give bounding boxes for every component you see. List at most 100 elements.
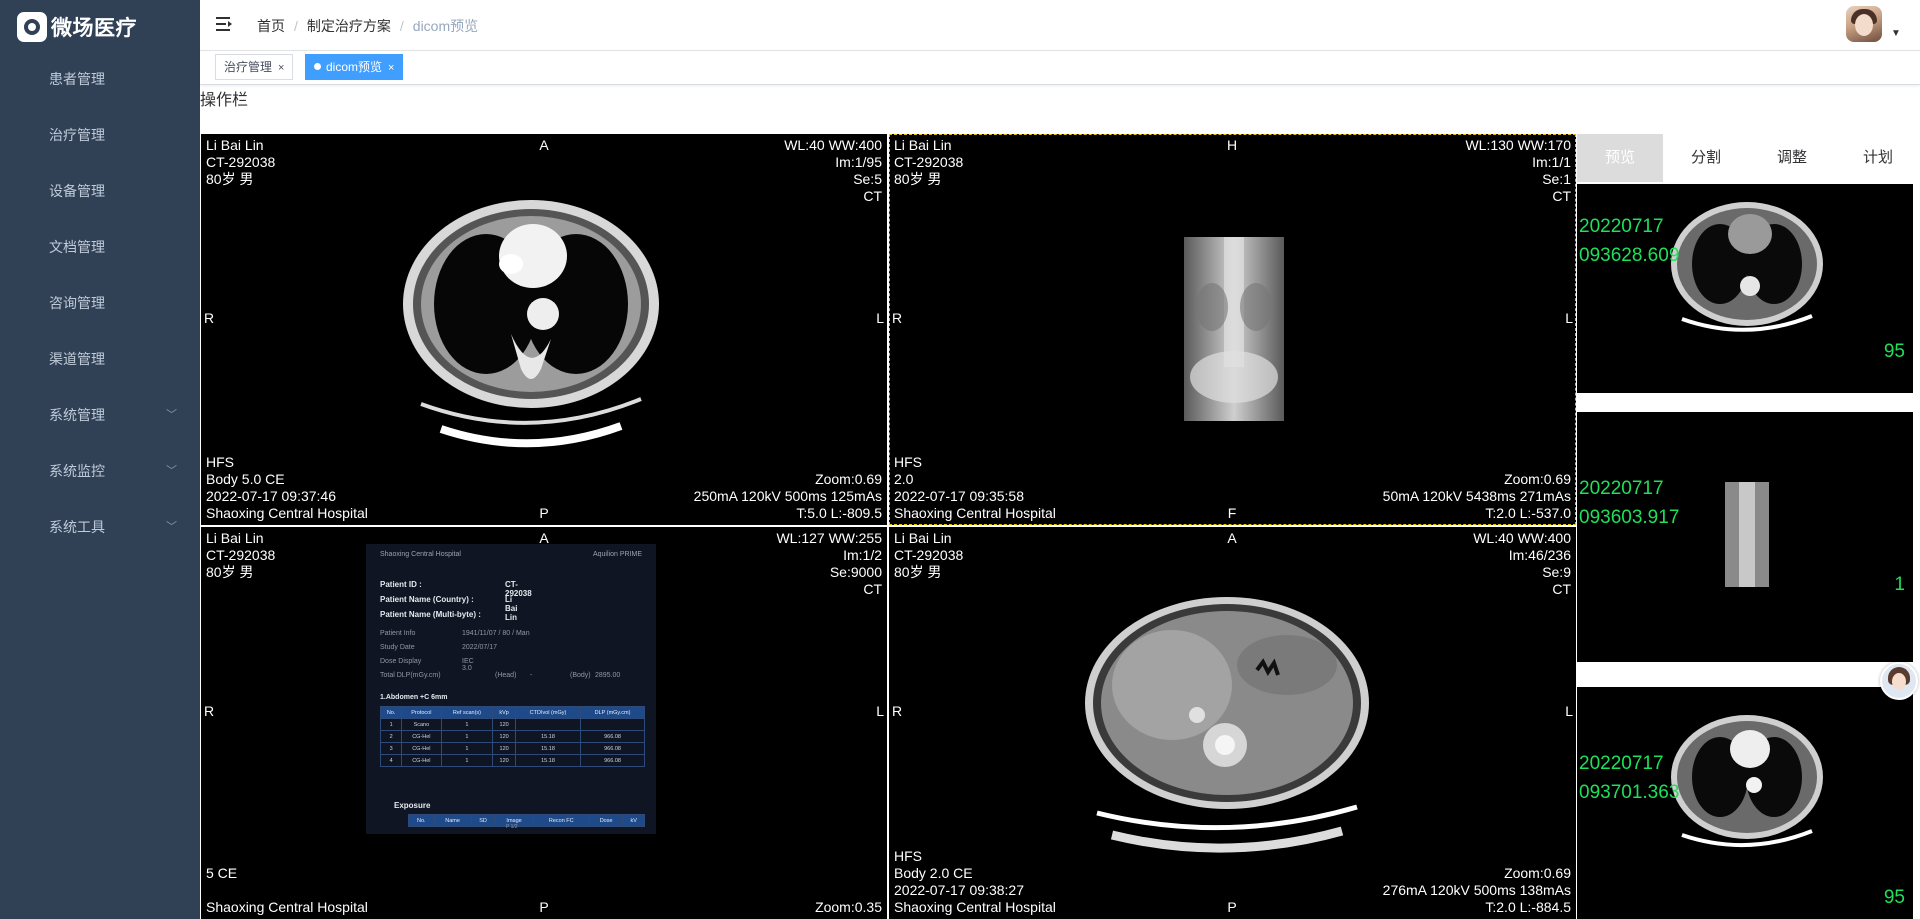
hospital-name: Shaoxing Central Hospital (894, 899, 1056, 915)
tag-label: 治疗管理 (224, 60, 273, 74)
sidebar-item-label: 文档管理 (49, 239, 105, 255)
orientation-bottom: P (1227, 899, 1237, 915)
patient-name: Li Bai Lin (894, 137, 952, 153)
panel-tabs: 预览 分割 调整 计划 (1577, 134, 1920, 182)
tab-plan[interactable]: 计划 (1835, 134, 1920, 182)
series-thumb-2[interactable]: 20220717 093603.917 1 (1577, 412, 1913, 662)
modality: CT (1552, 581, 1571, 597)
chevron-down-icon: ﹀ (166, 409, 177, 421)
sidebar-item-label: 系统工具 (49, 519, 105, 535)
report-table-2: No. Name SD Image Recon FC Dose kV (408, 814, 645, 827)
report-value: IEC 3.0 (462, 658, 474, 672)
series-desc: 2.0 (894, 471, 914, 487)
avatar[interactable] (1846, 6, 1882, 42)
sidebar-item-treatment[interactable]: 治疗管理 (0, 107, 200, 163)
hospital-name: Shaoxing Central Hospital (894, 505, 1056, 521)
exposure: 250mA 120kV 500ms 125mAs (693, 488, 882, 504)
report-device: Aquilion PRIME (592, 551, 642, 558)
modality: CT (863, 188, 882, 204)
sidebar-item-devices[interactable]: 设备管理 (0, 163, 200, 219)
tag-label: dicom预览 (326, 60, 383, 74)
orientation-right: L (876, 703, 884, 719)
sidebar-item-label: 治疗管理 (49, 127, 105, 143)
modality: CT (1552, 188, 1571, 204)
breadcrumb-home[interactable]: 首页 (257, 18, 285, 34)
caret-down-icon[interactable]: ▼ (1891, 28, 1901, 39)
series-index: Se:9000 (829, 564, 882, 580)
tab-segment[interactable]: 分割 (1663, 134, 1749, 182)
close-icon[interactable]: × (388, 62, 394, 74)
series-thumb-1[interactable]: 20220717 093628.609 95 (1577, 184, 1913, 393)
report-page: P 1/2 (506, 824, 518, 830)
sidebar-item-label: 渠道管理 (49, 351, 105, 367)
patient-id: CT-292038 (206, 547, 276, 563)
patient-id: CT-292038 (894, 154, 964, 170)
window-level: WL:40 WW:400 (784, 137, 882, 153)
dicom-viewer-4[interactable]: Li Bai Lin CT-292038 80岁 男 A WL:40 WW:40… (889, 527, 1576, 919)
window-level: WL:130 WW:170 (1465, 137, 1571, 153)
thickness-location: T:2.0 L:-537.0 (1485, 505, 1571, 521)
report-section: Exposure (394, 801, 431, 810)
orientation-bottom: F (1227, 505, 1237, 521)
patient-name: Li Bai Lin (206, 137, 264, 153)
sidebar-item-patients[interactable]: 患者管理 (0, 51, 200, 107)
report-section: 1.Abdomen +C 6mm (380, 694, 448, 701)
sidebar-item-documents[interactable]: 文档管理 (0, 219, 200, 275)
breadcrumb-current: dicom预览 (412, 18, 479, 34)
acquisition-time: 2022-07-17 09:35:58 (894, 488, 1024, 504)
zoom: Zoom:0.69 (1504, 471, 1571, 487)
assistant-avatar[interactable] (1880, 662, 1918, 700)
series-thumb-3[interactable]: 20220717 093701.363 95 (1577, 687, 1913, 919)
patient-id: CT-292038 (894, 547, 964, 563)
report-value: 2895.00 (595, 672, 621, 679)
tag-dicom-preview[interactable]: dicom预览 × (305, 54, 404, 80)
report-value: - (530, 672, 533, 679)
tag-treatment[interactable]: 治疗管理 × (215, 54, 294, 80)
tab-preview[interactable]: 预览 (1577, 134, 1663, 182)
sidebar-item-monitor[interactable]: 系统监控 ﹀ (0, 443, 200, 499)
abdomen-ct-image (1085, 597, 1369, 853)
thumb-count: 95 (1883, 341, 1905, 362)
patient-id: CT-292038 (206, 154, 276, 170)
sidebar-item-tools[interactable]: 系统工具 ﹀ (0, 499, 200, 555)
patient-position: HFS (894, 454, 922, 470)
orientation-right: L (1565, 310, 1573, 326)
breadcrumb: 首页 / 制定治疗方案 / dicom预览 (257, 16, 478, 36)
report-label: Total DLP(mGy.cm) (380, 672, 441, 679)
sidebar-item-channels[interactable]: 渠道管理 (0, 331, 200, 387)
report-label: Patient ID : (380, 580, 422, 589)
series-desc: 5 CE (206, 865, 238, 881)
logo[interactable]: 微场医疗 (17, 10, 137, 44)
chevron-down-icon: ﹀ (166, 465, 177, 477)
hospital-name: Shaoxing Central Hospital (206, 899, 368, 915)
close-icon[interactable]: × (278, 62, 284, 74)
image-index: Im:1/95 (835, 154, 882, 170)
zoom: Zoom:0.69 (815, 471, 882, 487)
report-value: Li Bai Lin (505, 595, 518, 622)
navbar: 首页 / 制定治疗方案 / dicom预览 ▼ (200, 0, 1920, 51)
sidebar-item-system[interactable]: 系统管理 ﹀ (0, 387, 200, 443)
logo-icon (17, 12, 47, 42)
patient-position: HFS (894, 848, 922, 864)
thumb-count: 1 (1894, 574, 1905, 595)
series-index: Se:1 (1542, 171, 1571, 187)
orientation-bottom: P (539, 899, 549, 915)
window-level: WL:40 WW:400 (1473, 530, 1571, 546)
tab-adjust[interactable]: 调整 (1749, 134, 1835, 182)
dicom-viewer-1[interactable]: Li Bai Lin CT-292038 80岁 男 A WL:40 WW:40… (201, 134, 887, 525)
patient-age: 80岁 男 (206, 171, 254, 187)
orientation-left: R (892, 310, 903, 326)
image-index: Im:1/2 (843, 547, 882, 563)
dicom-viewer-3[interactable]: Shaoxing Central Hospital Aquilion PRIME… (201, 527, 887, 919)
hamburger-icon[interactable] (216, 15, 234, 33)
orientation-right: L (876, 310, 884, 326)
breadcrumb-plan[interactable]: 制定治疗方案 (307, 18, 391, 34)
dicom-viewer-2[interactable]: Li Bai Lin CT-292038 80岁 男 H WL:130 WW:1… (889, 134, 1576, 525)
orientation-bottom: P (539, 505, 549, 521)
acquisition-time: 2022-07-17 09:38:27 (894, 882, 1024, 898)
orientation-top: A (539, 137, 549, 153)
thumb-time: 093628.609 (1579, 245, 1680, 266)
sidebar-item-label: 系统管理 (49, 407, 105, 423)
report-label: Patient Name (Country) : (380, 595, 474, 604)
sidebar-item-consulting[interactable]: 咨询管理 (0, 275, 200, 331)
